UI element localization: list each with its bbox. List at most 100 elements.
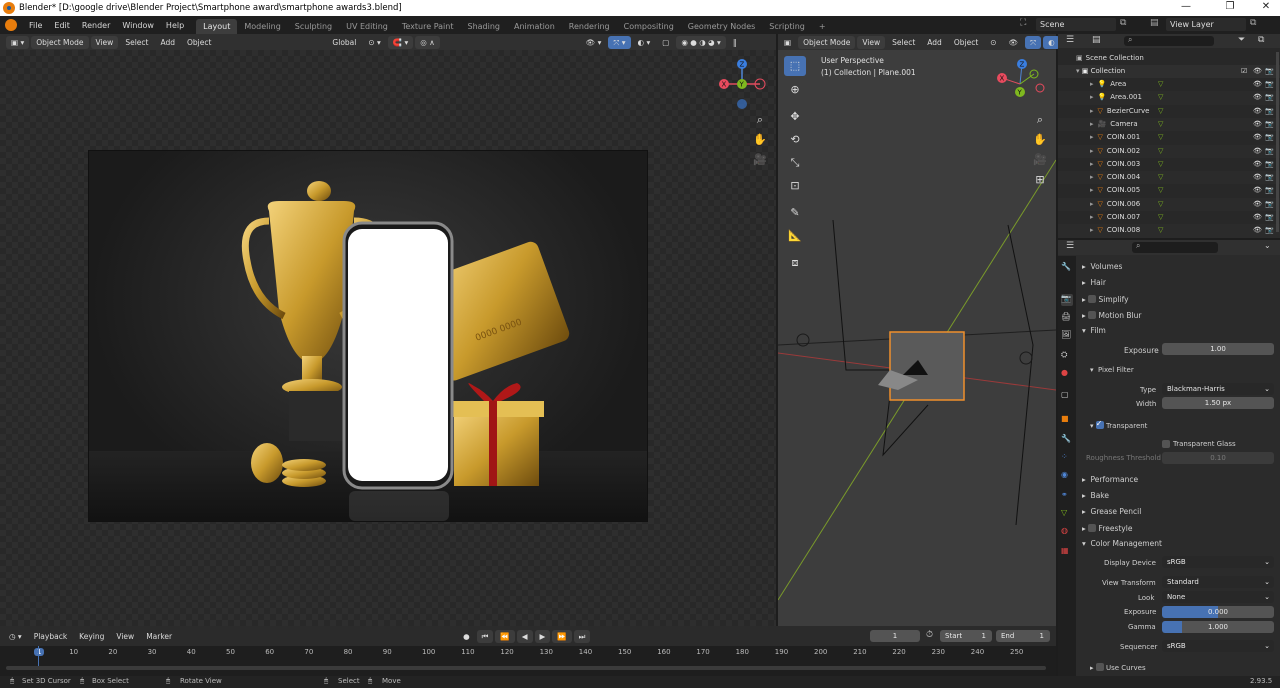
outliner-row[interactable]: ▸ ▽ COIN.006 ▽ 👁 📷	[1058, 197, 1280, 211]
film-exposure-field[interactable]: 1.00	[1162, 343, 1274, 355]
modifier-tab-icon[interactable]: 🔧	[1061, 434, 1073, 446]
tab-rendering[interactable]: Rendering	[562, 19, 617, 34]
roughness-threshold-field[interactable]: 0.10	[1162, 452, 1274, 464]
stopwatch-icon[interactable]: ⏱	[926, 630, 933, 640]
tab-texture-paint[interactable]: Texture Paint	[395, 19, 461, 34]
expand-arrow-icon[interactable]: ▸	[1090, 213, 1094, 221]
texture-tab-icon[interactable]: ▦	[1061, 546, 1073, 558]
render-tab-icon[interactable]: 📷	[1061, 294, 1073, 306]
end-frame-field[interactable]: End 1	[996, 630, 1050, 642]
visibility-icon[interactable]: 👁 ▾	[581, 36, 607, 49]
color-management-panel[interactable]: ▾ Color Management	[1082, 539, 1162, 548]
physics-tab-icon[interactable]: ◉	[1061, 470, 1073, 482]
outliner-camera-icon[interactable]: 📷	[1265, 105, 1274, 118]
expand-arrow-icon[interactable]: ▸	[1090, 200, 1094, 208]
sequencer-dropdown[interactable]: sRGB ⌄	[1162, 640, 1274, 652]
proportional-edit-icon[interactable]: ◎ ∧	[415, 35, 440, 49]
select-box-tool-icon[interactable]: ⬚	[784, 56, 806, 76]
right-menu-view[interactable]: View	[857, 35, 886, 49]
cm-exposure-slider[interactable]: 0.000	[1162, 606, 1274, 618]
filter-type-dropdown[interactable]: Blackman-Harris ⌄	[1162, 383, 1274, 395]
outliner-eye-icon[interactable]: 👁	[1253, 198, 1262, 211]
tab-geometry-nodes[interactable]: Geometry Nodes	[681, 19, 762, 34]
tab-uv-editing[interactable]: UV Editing	[339, 19, 395, 34]
menu-help[interactable]: Help	[160, 21, 190, 30]
properties-editor-icon[interactable]: ☰	[1066, 241, 1074, 251]
right-editor-type-button[interactable]: ▣	[779, 36, 796, 49]
world-tab-icon[interactable]: ●	[1061, 368, 1073, 380]
zoom-icon[interactable]: ⌕	[752, 112, 768, 128]
outliner-row[interactable]: ▸ ▽ COIN.004 ▽ 👁 📷	[1058, 171, 1280, 185]
rotate-tool-icon[interactable]: ⟲	[784, 130, 806, 150]
data-tab-icon[interactable]: ▽	[1061, 508, 1073, 520]
outliner-eye-icon[interactable]: 👁	[1253, 131, 1262, 144]
outliner-eye-icon[interactable]: 👁	[1253, 91, 1262, 104]
simplify-panel[interactable]: ▸ Simplify	[1082, 294, 1129, 304]
pixel-filter-panel[interactable]: ▾ Pixel Filter	[1090, 366, 1134, 374]
filter-width-field[interactable]: 1.50 px	[1162, 397, 1274, 409]
new-scene-icon[interactable]: ⧉	[1120, 18, 1126, 28]
toggle-sidebar-icon[interactable]: ‖	[728, 36, 742, 49]
gamma-slider[interactable]: 1.000	[1162, 621, 1274, 633]
annotate-tool-icon[interactable]: ✎	[784, 203, 806, 223]
expand-arrow-icon[interactable]: ▸	[1090, 80, 1094, 88]
menu-render[interactable]: Render	[76, 21, 116, 30]
outliner-camera-icon[interactable]: 📷	[1265, 158, 1274, 171]
jump-end-icon[interactable]: ⏭	[573, 629, 591, 643]
new-view-layer-icon[interactable]: ⧉	[1250, 18, 1256, 28]
right-visibility-icon[interactable]: 👁	[1004, 36, 1024, 49]
outliner-search-input[interactable]	[1124, 36, 1214, 46]
properties-options-icon[interactable]: ⌄	[1264, 241, 1271, 250]
scene-collection-row[interactable]: ▣ Scene Collection	[1058, 52, 1280, 65]
hair-panel[interactable]: ▸ Hair	[1082, 278, 1106, 287]
expand-arrow-icon[interactable]: ▸	[1090, 173, 1094, 181]
object-tab-icon[interactable]: ■	[1061, 414, 1073, 426]
measure-tool-icon[interactable]: 📐	[784, 226, 806, 246]
expand-arrow-icon[interactable]: ▸	[1090, 186, 1094, 194]
right-camera-view-icon[interactable]: 🎥	[1032, 152, 1048, 168]
collection-row[interactable]: ▾ ▣ Collection ☑ 👁 📷	[1058, 65, 1280, 79]
maximize-button[interactable]: ❐	[1214, 0, 1246, 16]
scale-tool-icon[interactable]: ⤡	[784, 153, 806, 173]
menu-edit[interactable]: Edit	[48, 21, 76, 30]
outliner-eye-icon[interactable]: 👁	[1253, 105, 1262, 118]
play-icon[interactable]: ▶	[534, 629, 551, 643]
right-grid-view-icon[interactable]: ⊞	[1032, 172, 1048, 188]
timeline-editor-icon[interactable]: ◷ ▾	[4, 630, 27, 643]
properties-search-input[interactable]	[1132, 242, 1218, 253]
outliner-camera-icon[interactable]: 📷	[1265, 171, 1274, 184]
menu-object[interactable]: Object	[182, 36, 216, 49]
outliner-row[interactable]: ▸ ▽ COIN.001 ▽ 👁 📷	[1058, 131, 1280, 145]
menu-add[interactable]: Add	[155, 36, 180, 49]
grease-pencil-panel[interactable]: ▸ Grease Pencil	[1082, 507, 1141, 516]
outliner-camera-icon[interactable]: 📷	[1265, 224, 1274, 237]
look-dropdown[interactable]: None ⌄	[1162, 591, 1274, 603]
tab-animation[interactable]: Animation	[507, 19, 562, 34]
tab-sculpting[interactable]: Sculpting	[288, 19, 339, 34]
outliner-row[interactable]: ▸ ▽ COIN.008 ▽ 👁 📷	[1058, 224, 1280, 238]
right-pivot-icon[interactable]: ⊙	[985, 36, 1001, 49]
collection-camera-icon[interactable]: 📷	[1265, 65, 1274, 78]
outliner-eye-icon[interactable]: 👁	[1253, 158, 1262, 171]
left-viewport[interactable]: 0000 0000 Z X Y ⌕ ✋ 🎥	[0, 50, 776, 626]
move-tool-icon[interactable]: ✥	[784, 107, 806, 127]
display-device-dropdown[interactable]: sRGB ⌄	[1162, 556, 1274, 568]
collection-tab-icon[interactable]: ▢	[1061, 390, 1073, 402]
display-mode-icon[interactable]: ▤	[1092, 35, 1101, 45]
minimize-button[interactable]: —	[1170, 0, 1202, 16]
collection-checkbox-icon[interactable]: ☑	[1241, 65, 1247, 78]
blender-menu-icon[interactable]	[5, 19, 17, 31]
outliner-eye-icon[interactable]: 👁	[1253, 224, 1262, 237]
outliner-camera-icon[interactable]: 📷	[1265, 211, 1274, 224]
expand-arrow-icon[interactable]: ▸	[1090, 133, 1094, 141]
view-transform-dropdown[interactable]: Standard ⌄	[1162, 576, 1274, 588]
outliner-row[interactable]: ▸ ▽ BezierCurve ▽ 👁 📷	[1058, 104, 1280, 118]
record-icon[interactable]: ●	[458, 630, 475, 643]
outliner-camera-icon[interactable]: 📷	[1265, 198, 1274, 211]
play-reverse-icon[interactable]: ◀	[516, 629, 533, 643]
outliner-eye-icon[interactable]: 👁	[1253, 184, 1262, 197]
right-viewport[interactable]: User Perspective (1) Collection | Plane.…	[778, 50, 1056, 626]
volumes-panel[interactable]: ▸ Volumes	[1082, 262, 1122, 271]
particles-tab-icon[interactable]: ⁘	[1061, 452, 1073, 464]
outliner-camera-icon[interactable]: 📷	[1265, 131, 1274, 144]
